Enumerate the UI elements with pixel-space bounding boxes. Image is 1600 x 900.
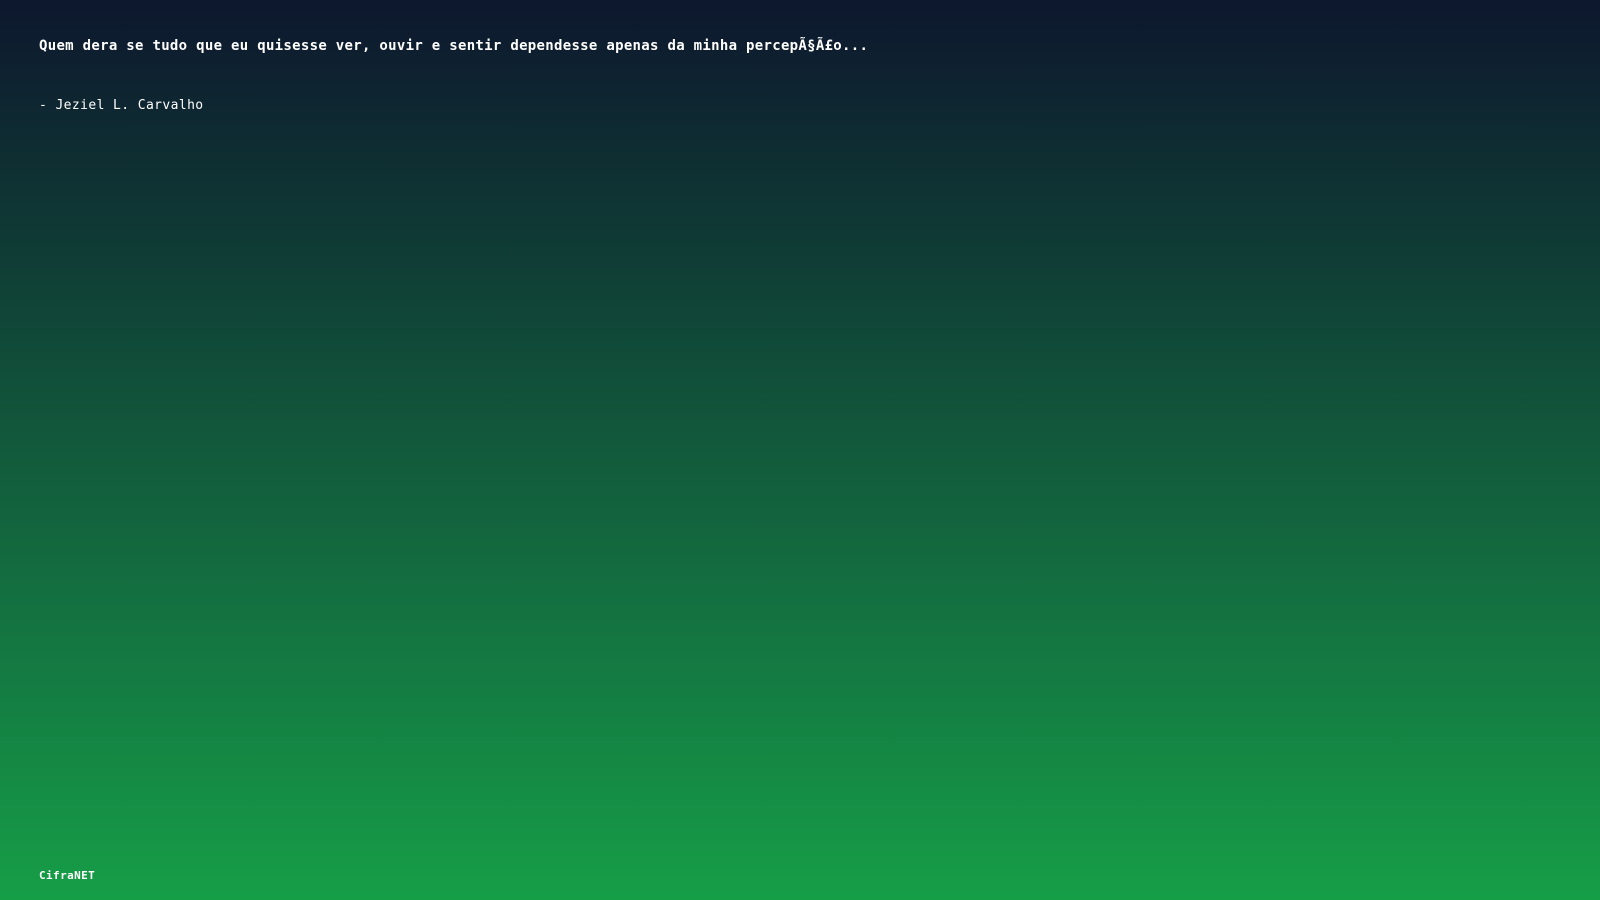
quote-text: Quem dera se tudo que eu quisesse ver, o… bbox=[39, 38, 869, 54]
brand-label: CifraNET bbox=[39, 869, 96, 882]
quote-author: - Jeziel L. Carvalho bbox=[39, 98, 204, 113]
